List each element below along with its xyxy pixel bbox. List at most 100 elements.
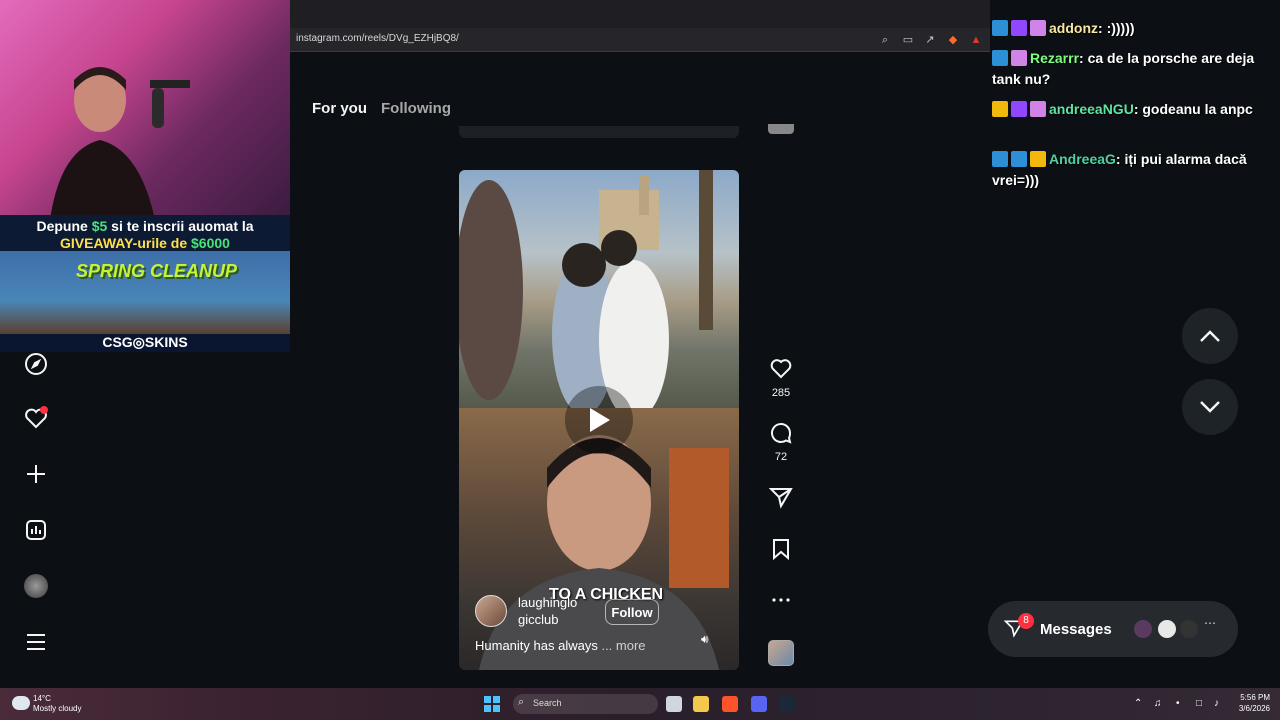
giveaway-promo-overlay: Depune $5 si te inscrii auomat la GIVEAW… xyxy=(0,215,290,352)
discord-icon[interactable] xyxy=(751,696,767,712)
webcam-overlay xyxy=(0,0,290,215)
author-username[interactable]: laughinglo gicclub xyxy=(518,594,592,628)
badge-icon xyxy=(992,20,1008,36)
chevron-up-icon xyxy=(1200,330,1220,342)
weather-description[interactable]: Mostly cloudy xyxy=(33,704,81,713)
csgoskins-logo: CSG◎SKINS xyxy=(0,334,290,352)
avatar xyxy=(1178,618,1200,640)
gift-badge-icon xyxy=(1011,50,1027,66)
taskbar-search[interactable]: ⌕ Search xyxy=(513,694,658,714)
badge-icon xyxy=(992,50,1008,66)
comment-button[interactable] xyxy=(767,421,795,450)
promo-line-1: Depune $5 si te inscrii auomat la xyxy=(36,218,254,234)
chat-username: Rezarrr xyxy=(1030,50,1080,66)
tab-following[interactable]: Following xyxy=(381,100,451,117)
share-icon[interactable]: ↗ xyxy=(923,33,937,47)
search-icon: ⌕ xyxy=(518,696,525,708)
menu-hamburger-icon[interactable] xyxy=(22,628,50,656)
chat-username: AndreeaG xyxy=(1049,151,1116,167)
notifications-heart-icon[interactable] xyxy=(22,404,50,432)
badge-icon xyxy=(1011,151,1027,167)
clock-time[interactable]: 5:56 PM xyxy=(1234,693,1270,702)
more-dots-icon xyxy=(772,598,790,602)
heart-icon xyxy=(770,359,792,379)
profile-avatar-icon[interactable] xyxy=(22,572,50,600)
dashboard-icon[interactable] xyxy=(22,516,50,544)
address-bar[interactable]: instagram.com/reels/DVg_EZHjBQ8/ ⌕ ▭ ↗ ◆… xyxy=(290,28,990,52)
badge-icon xyxy=(1011,101,1027,117)
badge-icon xyxy=(1011,20,1027,36)
streamer-silhouette xyxy=(50,67,190,215)
clock-date[interactable]: 3/6/2026 xyxy=(1228,704,1270,713)
avatar xyxy=(1156,618,1178,640)
promo-line-2: GIVEAWAY-urile de $6000 xyxy=(60,235,230,251)
steam-icon[interactable] xyxy=(779,696,795,712)
url-text[interactable]: instagram.com/reels/DVg_EZHjBQ8/ xyxy=(296,33,459,44)
send-icon xyxy=(768,488,793,509)
create-plus-icon[interactable] xyxy=(22,460,50,488)
play-icon xyxy=(590,408,610,432)
brave-shield-icon[interactable]: ◆ xyxy=(946,33,960,47)
comment-icon xyxy=(771,423,792,444)
chat-text: godeanu la anpc xyxy=(1142,101,1253,117)
like-count: 285 xyxy=(771,387,791,399)
volume-icon[interactable]: ♪ xyxy=(1214,698,1219,709)
save-button[interactable] xyxy=(767,537,795,566)
chat-message: AndreeaG: iți pui alarma dacă vrei=))) xyxy=(992,151,1247,188)
next-reel-button[interactable] xyxy=(1182,379,1238,435)
previous-reel-audio-thumb xyxy=(768,124,794,134)
more-options-button[interactable] xyxy=(767,588,795,617)
messages-button[interactable]: 8 Messages ⋯ xyxy=(988,601,1238,657)
spring-cleanup-text: SPRING CLEANUP xyxy=(76,261,238,281)
chat-message: addonz: :))))) xyxy=(992,18,1267,39)
chat-message: andreeaNGU: godeanu la anpc xyxy=(992,99,1267,120)
previous-reel-edge xyxy=(459,126,739,138)
file-explorer-icon[interactable] xyxy=(693,696,709,712)
like-button[interactable] xyxy=(767,356,795,385)
browser-tab-strip xyxy=(290,0,990,28)
previous-reel-button[interactable] xyxy=(1182,308,1238,364)
weather-temperature[interactable]: 14°C xyxy=(33,694,51,703)
badge-icon xyxy=(992,151,1008,167)
rewards-icon[interactable]: ▲ xyxy=(969,33,983,47)
crown-badge-icon xyxy=(992,101,1008,117)
audio-track-thumbnail[interactable] xyxy=(768,640,794,666)
chat-username: andreeaNGU xyxy=(1049,101,1134,117)
crown-badge-icon xyxy=(1030,151,1046,167)
author-avatar[interactable] xyxy=(475,595,507,627)
brave-browser-icon[interactable] xyxy=(722,696,738,712)
avatar xyxy=(1132,618,1154,640)
speaker-icon[interactable]: ♫ xyxy=(1154,698,1162,709)
windows-taskbar: 14°C Mostly cloudy ⌕ Search ⌃ ♫ • □ ♪ 5:5… xyxy=(0,688,1280,720)
cast-icon[interactable]: ▭ xyxy=(901,33,915,47)
tab-for-you[interactable]: For you xyxy=(312,100,367,117)
cloud-icon[interactable] xyxy=(12,696,30,710)
chat-text: :))))) xyxy=(1106,20,1135,36)
gift-badge-icon xyxy=(1030,20,1046,36)
sound-icon[interactable]: 🔊︎ xyxy=(701,632,717,648)
spring-cleanup-banner: SPRING CLEANUP xyxy=(0,251,290,334)
more-link[interactable]: ... more xyxy=(601,638,645,653)
task-view-icon[interactable] xyxy=(666,696,682,712)
play-button[interactable] xyxy=(565,386,633,454)
explore-icon[interactable] xyxy=(22,350,50,378)
more-dots-icon[interactable]: ⋯ xyxy=(1200,616,1220,636)
chevron-up-icon[interactable]: ⌃ xyxy=(1134,698,1142,709)
messages-label: Messages xyxy=(1040,621,1112,638)
microphone-icon[interactable]: • xyxy=(1176,698,1180,709)
comment-count: 72 xyxy=(774,451,788,463)
zoom-icon[interactable]: ⌕ xyxy=(878,33,892,47)
messages-count-badge: 8 xyxy=(1018,613,1034,629)
reel-scene-top xyxy=(459,170,739,420)
chat-message: Rezarrr: ca de la porsche are deja tank … xyxy=(992,50,1255,87)
bookmark-icon xyxy=(773,539,789,561)
gift-badge-icon xyxy=(1030,101,1046,117)
follow-button[interactable]: Follow xyxy=(605,599,659,625)
chevron-down-icon xyxy=(1200,401,1220,413)
reel-video[interactable]: TO A CHICKEN laughinglo gicclub Follow H… xyxy=(459,170,739,670)
windows-start-icon[interactable] xyxy=(484,696,500,712)
reel-description[interactable]: Humanity has always ... more xyxy=(475,638,646,653)
share-button[interactable] xyxy=(767,485,795,514)
network-icon[interactable]: □ xyxy=(1196,698,1202,709)
chat-username: addonz xyxy=(1049,20,1098,36)
